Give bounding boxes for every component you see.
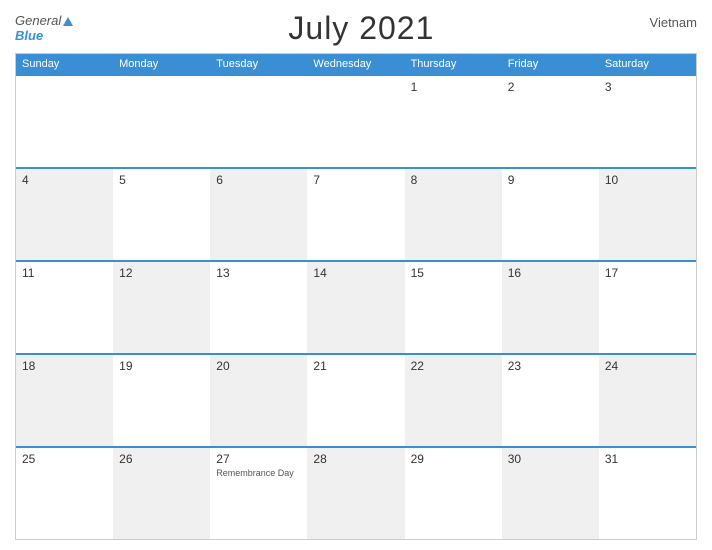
calendar-week-3: 11 12 13 14 15 16 17 (16, 260, 696, 353)
day-number: 9 (508, 173, 593, 187)
calendar-cell: 2 (502, 76, 599, 167)
day-number: 4 (22, 173, 107, 187)
calendar-cell: 30 (502, 448, 599, 539)
day-number: 13 (216, 266, 301, 280)
calendar-cell: 5 (113, 169, 210, 260)
calendar-cell: 20 (210, 355, 307, 446)
calendar-cell: 17 (599, 262, 696, 353)
day-number: 10 (605, 173, 690, 187)
logo-general-text: General (15, 14, 73, 28)
day-of-week-saturday: Saturday (599, 54, 696, 74)
calendar-cell: 3 (599, 76, 696, 167)
day-number: 28 (313, 452, 398, 466)
calendar-cell: 12 (113, 262, 210, 353)
calendar-cell (16, 76, 113, 167)
calendar-event: Remembrance Day (216, 468, 301, 478)
country-label: Vietnam (650, 15, 697, 30)
day-number: 31 (605, 452, 690, 466)
day-number: 8 (411, 173, 496, 187)
calendar-cell: 13 (210, 262, 307, 353)
calendar-cell (307, 76, 404, 167)
day-number: 26 (119, 452, 204, 466)
day-of-week-monday: Monday (113, 54, 210, 74)
calendar-cell (210, 76, 307, 167)
day-number: 30 (508, 452, 593, 466)
calendar: SundayMondayTuesdayWednesdayThursdayFrid… (15, 53, 697, 540)
day-of-week-tuesday: Tuesday (210, 54, 307, 74)
calendar-cell: 29 (405, 448, 502, 539)
day-number: 23 (508, 359, 593, 373)
calendar-cell: 31 (599, 448, 696, 539)
calendar-cell: 21 (307, 355, 404, 446)
calendar-cell: 4 (16, 169, 113, 260)
day-number: 19 (119, 359, 204, 373)
calendar-week-1: 123 (16, 74, 696, 167)
calendar-week-5: 25 26 27 Remembrance Day 28 29 30 31 (16, 446, 696, 539)
calendar-cell: 9 (502, 169, 599, 260)
calendar-cell: 10 (599, 169, 696, 260)
day-number: 12 (119, 266, 204, 280)
calendar-cell: 14 (307, 262, 404, 353)
calendar-cell: 23 (502, 355, 599, 446)
logo-blue-text: Blue (15, 29, 73, 43)
calendar-header: SundayMondayTuesdayWednesdayThursdayFrid… (16, 54, 696, 74)
day-number: 16 (508, 266, 593, 280)
calendar-cell: 11 (16, 262, 113, 353)
calendar-week-2: 456789 10 (16, 167, 696, 260)
day-number: 1 (411, 80, 496, 94)
day-number: 17 (605, 266, 690, 280)
calendar-week-4: 18 19 20 21 22 23 24 (16, 353, 696, 446)
day-number: 29 (411, 452, 496, 466)
calendar-cell: 25 (16, 448, 113, 539)
day-number: 15 (411, 266, 496, 280)
day-number: 6 (216, 173, 301, 187)
day-number: 2 (508, 80, 593, 94)
logo: General Blue (15, 14, 73, 43)
calendar-cell: 15 (405, 262, 502, 353)
day-number: 5 (119, 173, 204, 187)
calendar-cell (113, 76, 210, 167)
calendar-cell: 24 (599, 355, 696, 446)
calendar-cell: 7 (307, 169, 404, 260)
calendar-cell: 27 Remembrance Day (210, 448, 307, 539)
day-of-week-sunday: Sunday (16, 54, 113, 74)
day-number: 25 (22, 452, 107, 466)
logo-triangle-icon (63, 17, 73, 26)
day-number: 14 (313, 266, 398, 280)
calendar-cell: 8 (405, 169, 502, 260)
calendar-cell: 16 (502, 262, 599, 353)
calendar-cell: 6 (210, 169, 307, 260)
calendar-cell: 1 (405, 76, 502, 167)
day-number: 27 (216, 452, 301, 466)
day-of-week-wednesday: Wednesday (307, 54, 404, 74)
day-number: 11 (22, 266, 107, 280)
day-number: 18 (22, 359, 107, 373)
day-of-week-friday: Friday (502, 54, 599, 74)
day-number: 7 (313, 173, 398, 187)
day-number: 20 (216, 359, 301, 373)
header: General Blue July 2021 Vietnam (15, 10, 697, 47)
calendar-cell: 18 (16, 355, 113, 446)
page: General Blue July 2021 Vietnam SundayMon… (0, 0, 712, 550)
day-number: 21 (313, 359, 398, 373)
calendar-cell: 26 (113, 448, 210, 539)
calendar-body: 1234567891011121314151617181920212223242… (16, 74, 696, 539)
day-of-week-thursday: Thursday (405, 54, 502, 74)
calendar-cell: 22 (405, 355, 502, 446)
day-number: 3 (605, 80, 690, 94)
calendar-cell: 28 (307, 448, 404, 539)
month-title: July 2021 (288, 10, 434, 47)
calendar-cell: 19 (113, 355, 210, 446)
day-number: 22 (411, 359, 496, 373)
day-number: 24 (605, 359, 690, 373)
